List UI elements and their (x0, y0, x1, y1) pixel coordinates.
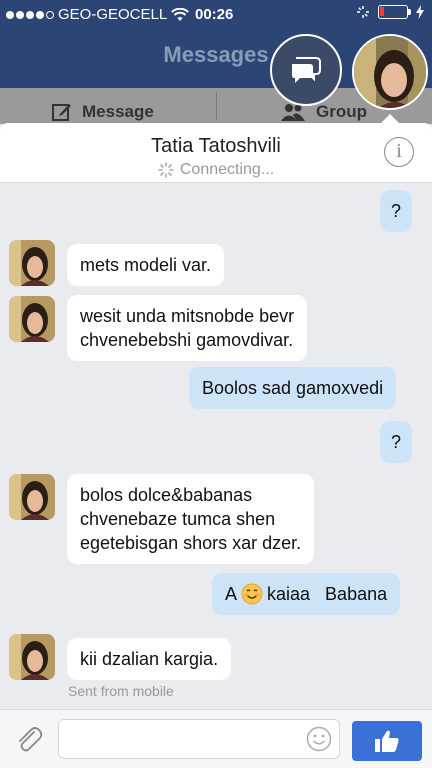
conversation-panel: Tatia Tatoshvili Connecting... i ? mets … (0, 123, 432, 768)
contact-chat-head[interactable] (352, 34, 428, 110)
chat-head-pointer (380, 114, 400, 124)
message-text: kii dzalian kargia. (80, 649, 219, 669)
new-group-tab[interactable]: Group (280, 102, 367, 122)
message-input[interactable] (58, 719, 340, 759)
message-text: A (225, 584, 238, 604)
sender-avatar (9, 634, 55, 680)
clock: 00:26 (195, 6, 234, 23)
loading-spinner-icon (158, 162, 174, 178)
composer-bar (0, 709, 432, 768)
connection-status: Connecting... (0, 161, 432, 179)
message-text-line: wesit unda mitsnobde bevr (80, 306, 295, 326)
message-outgoing[interactable]: ? (380, 190, 413, 232)
message-incoming[interactable]: bolos dolce&babanas chvenebaze tumca she… (67, 474, 315, 564)
tab-divider (216, 92, 217, 120)
like-button[interactable] (352, 721, 422, 761)
smiley-icon (306, 726, 332, 752)
battery-icon (378, 5, 411, 19)
thumbs-up-icon (375, 730, 399, 752)
attach-button[interactable] (14, 724, 44, 759)
message-text-line: egetebisgan shors xar dzer. (80, 533, 302, 553)
message-text: mets modeli var. (80, 255, 212, 275)
carrier-label: GEO-GEOCELL (58, 6, 168, 23)
connection-status-label: Connecting... (179, 161, 275, 178)
message-outgoing[interactable]: ? (380, 421, 413, 463)
chat-heads-button[interactable] (270, 34, 342, 106)
sender-avatar (9, 474, 55, 520)
chat-bubbles-icon (292, 57, 321, 83)
sender-avatar (9, 240, 55, 286)
status-bar: GEO-GEOCELL 00:26 (0, 0, 432, 28)
sender-avatar (9, 296, 55, 342)
signal-icon (6, 10, 54, 19)
conversation-header: Tatia Tatoshvili Connecting... i (0, 123, 432, 183)
message-text: ? (391, 432, 402, 452)
wifi-icon (171, 7, 190, 21)
activity-spinner-icon (357, 6, 369, 18)
message-text-line: chvenebaze tumca shen (80, 509, 276, 529)
tab-message-label: Message (82, 102, 154, 121)
emoji-button[interactable] (306, 726, 332, 757)
message-text-line: chvenebebshi gamovdivar. (80, 330, 294, 350)
info-button[interactable]: i (384, 137, 414, 167)
message-incoming[interactable]: mets modeli var. (67, 244, 225, 286)
message-text-line: bolos dolce&babanas (80, 485, 253, 505)
message-text: ? (391, 201, 402, 221)
message-incoming[interactable]: kii dzalian kargia. (67, 638, 232, 680)
message-text: kaiaa Babana (267, 584, 388, 604)
message-incoming[interactable]: wesit unda mitsnobde bevr chvenebebshi g… (67, 295, 308, 361)
message-outgoing[interactable]: Boolos sad gamoxvedi (189, 367, 397, 409)
new-message-tab[interactable]: Message (52, 102, 154, 122)
charging-icon (416, 5, 424, 19)
paperclip-icon (19, 727, 43, 752)
contact-name[interactable]: Tatia Tatoshvili (0, 135, 432, 158)
message-text: Boolos sad gamoxvedi (202, 378, 384, 398)
message-outgoing[interactable]: A kaiaa Babana (212, 573, 401, 615)
delivery-note: Sent from mobile (68, 683, 174, 699)
smiley-emoji-icon (241, 583, 263, 605)
compose-icon (52, 104, 71, 121)
tab-group-label: Group (316, 102, 367, 121)
